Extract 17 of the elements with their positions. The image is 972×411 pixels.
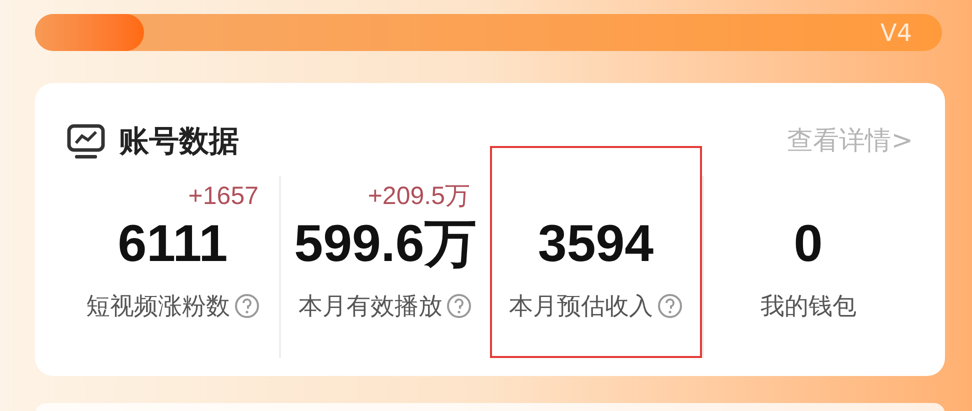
- stat-value: 0: [794, 214, 823, 275]
- help-icon[interactable]: [446, 293, 472, 319]
- stat-label: 我的钱包: [760, 291, 856, 322]
- section-title: 账号数据: [119, 123, 239, 161]
- delta-value: +209.5万: [368, 181, 471, 212]
- stat-label: 本月预估收入: [508, 291, 653, 322]
- chart-icon: [67, 124, 105, 160]
- level-label: V4: [880, 18, 912, 48]
- stat-value: 3594: [538, 214, 654, 275]
- details-link[interactable]: 查看详情>: [787, 122, 913, 161]
- stat-value: 599.6万: [294, 214, 476, 275]
- delta-value: +1657: [188, 181, 260, 212]
- stat-value: 6111: [118, 214, 228, 275]
- help-icon[interactable]: [656, 293, 683, 319]
- help-icon[interactable]: [234, 293, 260, 319]
- stat-label: 本月有效播放: [298, 291, 442, 322]
- stat-label: 短视频涨粉数: [86, 291, 230, 322]
